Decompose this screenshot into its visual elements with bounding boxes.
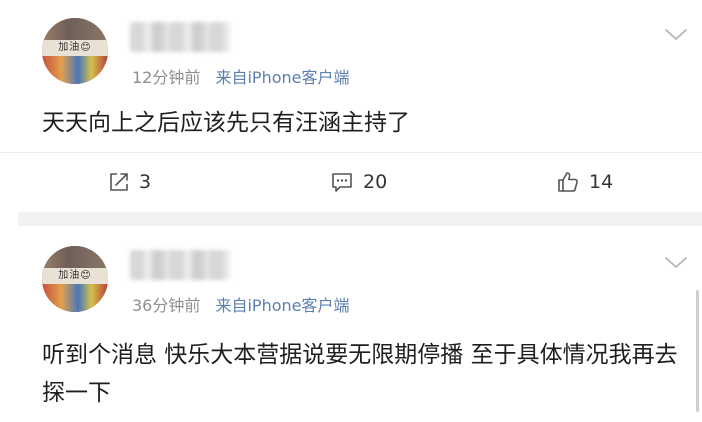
- chevron-down-icon[interactable]: [664, 256, 688, 270]
- weibo-post: 加油😊 36分钟前 来自iPhone客户端 听到个消息 快乐大本营据说要无限期停…: [0, 226, 702, 422]
- repost-count: 3: [139, 171, 152, 193]
- avatar[interactable]: 加油😊: [42, 246, 108, 312]
- avatar-caption: 加油😊: [58, 270, 92, 281]
- repost-icon: [110, 173, 128, 191]
- comment-button[interactable]: 20: [330, 169, 387, 195]
- comment-count: 20: [363, 171, 388, 193]
- scrollbar[interactable]: [696, 290, 699, 412]
- username-blurred[interactable]: [130, 250, 230, 280]
- thumbs-up-icon: [558, 172, 578, 192]
- comment-icon: [332, 173, 352, 192]
- avatar[interactable]: 加油😊: [42, 18, 108, 84]
- post-meta: 12分钟前 来自iPhone客户端: [132, 64, 349, 88]
- like-button[interactable]: 14: [556, 169, 613, 195]
- post-source[interactable]: 来自iPhone客户端: [215, 68, 349, 87]
- weibo-post: 加油😊 12分钟前 来自iPhone客户端 天天向上之后应该先只有汪涵主持了 3: [0, 0, 702, 212]
- repost-button[interactable]: 3: [108, 169, 151, 195]
- post-divider: [18, 212, 702, 226]
- post-content: 天天向上之后应该先只有汪涵主持了: [42, 110, 410, 136]
- action-bar: 3 20 14: [0, 152, 702, 211]
- avatar-image-bottom: [42, 56, 108, 84]
- post-time: 12分钟前: [132, 68, 201, 87]
- post-meta: 36分钟前 来自iPhone客户端: [132, 292, 349, 316]
- post-source[interactable]: 来自iPhone客户端: [215, 296, 349, 315]
- post-content: 听到个消息 快乐大本营据说要无限期停播 至于具体情况我再去探一下: [42, 342, 678, 406]
- username-blurred[interactable]: [130, 22, 230, 52]
- post-time: 36分钟前: [132, 296, 201, 315]
- avatar-image-bottom: [42, 284, 108, 312]
- like-count: 14: [589, 171, 614, 193]
- chevron-down-icon[interactable]: [664, 28, 688, 42]
- avatar-caption: 加油😊: [58, 42, 92, 53]
